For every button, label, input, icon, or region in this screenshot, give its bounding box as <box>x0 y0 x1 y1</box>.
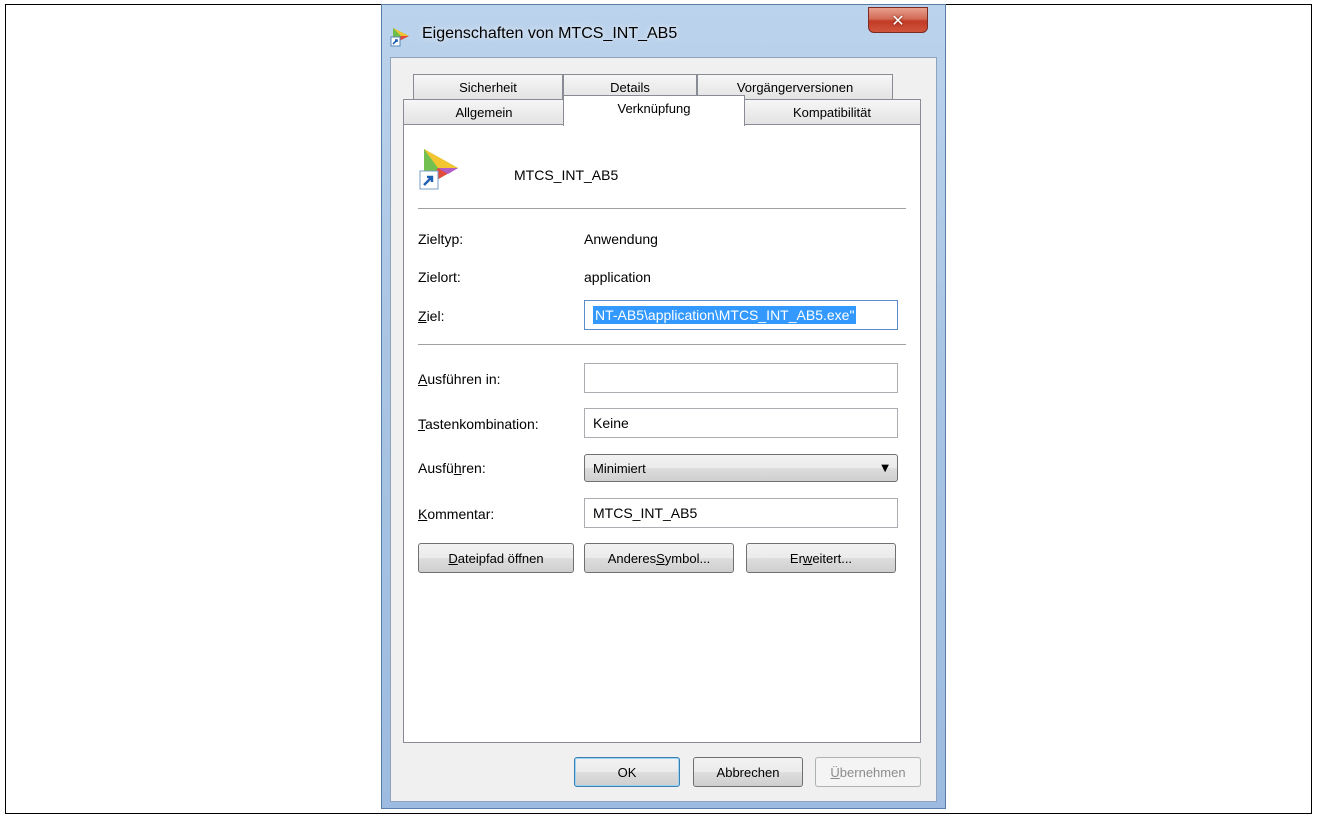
comment-value: MTCS_INT_AB5 <box>593 505 698 521</box>
target-input-value: NT-AB5\application\MTCS_INT_AB5.exe" <box>593 306 857 324</box>
advanced-button[interactable]: Er w eitert... <box>746 543 896 573</box>
label-zielort: Zielort: <box>418 269 461 285</box>
separator <box>418 208 906 209</box>
tab-label: Sicherheit <box>459 79 517 95</box>
ok-button[interactable]: OK <box>574 757 680 787</box>
start-in-input[interactable] <box>584 363 898 393</box>
target-input[interactable]: NT-AB5\application\MTCS_INT_AB5.exe" <box>584 300 898 330</box>
label-tastenkombination: Tastenkombination: <box>418 416 539 432</box>
shortcut-tab-panel: MTCS_INT_AB5 Zieltyp: Anwendung Zielort:… <box>403 124 921 743</box>
tab-label: Verknüpfung <box>617 101 691 116</box>
tab-verknuepfung[interactable]: Verknüpfung <box>563 95 745 126</box>
tab-label: Allgemein <box>455 104 513 120</box>
shortcut-app-icon <box>390 28 409 47</box>
tab-label: Kompatibilität <box>792 104 872 120</box>
shortcut-key-input[interactable]: Keine <box>584 408 898 438</box>
tab-sicherheit[interactable]: Sicherheit <box>413 74 563 99</box>
cancel-button[interactable]: Abbrechen <box>693 757 803 787</box>
change-icon-button[interactable]: Anderes Symbol... <box>584 543 734 573</box>
run-mode-select[interactable]: Minimiert ▼ <box>584 454 898 482</box>
tab-kompatibilitaet[interactable]: Kompatibilität <box>743 99 921 124</box>
tab-label: Vorgängerversionen <box>736 79 854 95</box>
label-ausfuehren-in: Ausführen in: <box>418 371 501 387</box>
tab-allgemein[interactable]: Allgemein <box>403 99 565 124</box>
properties-dialog: Eigenschaften von MTCS_INT_AB5 ✕ Sicherh… <box>381 4 946 809</box>
close-icon: ✕ <box>891 10 905 30</box>
label-ziel: Ziel: <box>418 308 445 324</box>
value-zielort: application <box>584 269 651 285</box>
application-shortcut-icon <box>419 144 461 190</box>
shortcut-key-value: Keine <box>593 415 629 431</box>
label-zieltyp: Zieltyp: <box>418 231 464 247</box>
open-file-location-button[interactable]: Dateipfad öffnen <box>418 543 574 573</box>
label-ausfuehren: Ausführen: <box>418 460 486 476</box>
value-zieltyp: Anwendung <box>584 231 658 247</box>
run-mode-value: Minimiert <box>593 460 646 476</box>
comment-input[interactable]: MTCS_INT_AB5 <box>584 498 898 528</box>
title-bar[interactable]: Eigenschaften von MTCS_INT_AB5 ✕ <box>382 5 945 57</box>
tab-label: Details <box>610 79 650 95</box>
label-kommentar: Kommentar: <box>418 506 495 522</box>
dialog-client-area: Sicherheit Details Vorgängerversionen Al… <box>390 57 937 802</box>
close-button[interactable]: ✕ <box>868 7 928 33</box>
separator <box>418 344 906 345</box>
apply-button[interactable]: Übernehmen <box>815 757 921 787</box>
window-title: Eigenschaften von MTCS_INT_AB5 <box>422 25 678 42</box>
shortcut-name: MTCS_INT_AB5 <box>514 167 619 183</box>
chevron-down-icon: ▼ <box>881 463 889 474</box>
